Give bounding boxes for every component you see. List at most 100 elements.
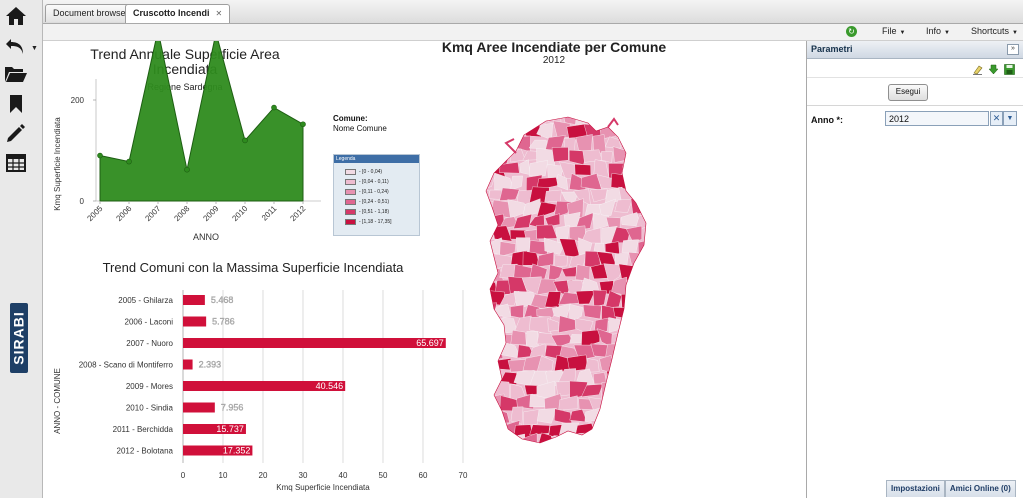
map-municipality[interactable]	[476, 134, 491, 151]
bar[interactable]	[183, 338, 446, 348]
map-municipality[interactable]	[576, 447, 594, 458]
map-municipality[interactable]	[522, 409, 540, 427]
map-municipality[interactable]	[618, 263, 641, 281]
map-municipality[interactable]	[633, 342, 655, 361]
map-municipality[interactable]	[529, 424, 551, 436]
bar[interactable]	[183, 295, 205, 305]
map-municipality[interactable]	[476, 212, 485, 230]
map-municipality[interactable]	[634, 423, 653, 439]
map-municipality[interactable]	[644, 355, 656, 373]
bookmark-icon[interactable]	[4, 92, 28, 116]
map-municipality[interactable]	[485, 135, 503, 150]
map-municipality[interactable]	[634, 160, 651, 175]
map-municipality[interactable]	[596, 409, 616, 427]
map-municipality[interactable]	[545, 448, 564, 458]
collapse-panel-icon[interactable]: »	[1007, 44, 1019, 55]
map-municipality[interactable]	[599, 435, 617, 447]
map-municipality[interactable]	[621, 394, 635, 414]
map-municipality[interactable]	[558, 422, 580, 438]
map-municipality[interactable]	[621, 368, 640, 386]
map-municipality[interactable]	[611, 433, 632, 447]
download-icon[interactable]	[988, 62, 999, 75]
map-municipality[interactable]	[476, 302, 498, 320]
map-municipality[interactable]	[494, 434, 513, 449]
map-municipality[interactable]	[643, 254, 656, 268]
map-municipality[interactable]	[499, 162, 520, 174]
map-municipality[interactable]	[620, 137, 640, 148]
map-municipality[interactable]	[593, 447, 609, 458]
map-municipality[interactable]	[628, 175, 646, 187]
eraser-icon[interactable]	[972, 62, 983, 75]
tab-document-browser[interactable]: Document browser	[45, 4, 137, 22]
area-data-point[interactable]	[242, 137, 248, 144]
map-municipality[interactable]	[507, 121, 527, 135]
map-municipality[interactable]	[500, 448, 519, 458]
map-municipality[interactable]	[634, 113, 655, 126]
map-municipality[interactable]	[559, 446, 578, 458]
map-municipality[interactable]	[514, 113, 533, 124]
map-municipality[interactable]	[476, 342, 488, 358]
refresh-icon[interactable]: ↻	[846, 26, 857, 37]
undo-icon[interactable]	[4, 34, 28, 58]
map-municipality[interactable]	[621, 163, 641, 176]
map-municipality[interactable]	[618, 347, 639, 359]
map-municipality[interactable]	[626, 436, 647, 452]
area-data-point[interactable]	[271, 104, 277, 111]
bar[interactable]	[183, 316, 207, 327]
map-municipality[interactable]	[613, 307, 633, 319]
area-data-point[interactable]	[300, 121, 306, 128]
map-municipality[interactable]	[622, 448, 641, 458]
map-municipality[interactable]	[635, 134, 653, 151]
map-municipality[interactable]	[611, 380, 633, 398]
map-municipality[interactable]	[630, 121, 644, 138]
table-icon[interactable]	[4, 151, 28, 175]
map-municipality[interactable]	[642, 302, 656, 318]
sardinia-map[interactable]	[476, 113, 656, 458]
map-municipality[interactable]	[630, 280, 646, 293]
map-municipality[interactable]	[544, 189, 562, 203]
map-municipality[interactable]	[634, 269, 655, 280]
map-municipality[interactable]	[510, 304, 524, 319]
map-municipality[interactable]	[553, 435, 572, 453]
map-municipality[interactable]	[476, 394, 489, 409]
folder-open-icon[interactable]	[4, 62, 28, 86]
map-municipality[interactable]	[553, 254, 568, 267]
anno-field[interactable]	[885, 111, 989, 126]
map-municipality[interactable]	[636, 450, 653, 458]
map-municipality[interactable]	[625, 305, 647, 320]
map-municipality[interactable]	[574, 163, 592, 176]
map-municipality[interactable]	[645, 228, 656, 243]
map-municipality[interactable]	[477, 255, 495, 267]
tab-cruscotto-incendi[interactable]: Cruscotto Incendi ✕	[125, 4, 231, 23]
map-municipality[interactable]	[621, 317, 639, 333]
map-municipality[interactable]	[608, 317, 621, 333]
map-municipality[interactable]	[476, 372, 491, 386]
map-municipality[interactable]	[499, 113, 521, 128]
map-municipality[interactable]	[582, 304, 602, 320]
map-municipality[interactable]	[476, 238, 489, 257]
bar[interactable]	[183, 402, 215, 413]
map-municipality[interactable]	[644, 434, 656, 446]
map-municipality[interactable]	[476, 421, 490, 435]
map-municipality[interactable]	[491, 358, 512, 371]
map-municipality[interactable]	[630, 198, 647, 215]
map-municipality[interactable]	[567, 434, 585, 449]
map-municipality[interactable]	[477, 434, 499, 452]
map-municipality[interactable]	[634, 369, 654, 386]
map-municipality[interactable]	[643, 121, 656, 138]
friends-online-button[interactable]: Amici Online (0)	[944, 480, 1016, 497]
map-municipality[interactable]	[507, 433, 526, 451]
bar[interactable]	[183, 359, 193, 370]
map-municipality[interactable]	[621, 239, 639, 253]
area-data-point[interactable]	[126, 158, 132, 165]
map-municipality[interactable]	[610, 355, 633, 373]
menu-shortcuts[interactable]: Shortcuts ▼	[971, 26, 1018, 36]
pencil-icon[interactable]	[4, 121, 28, 145]
map-municipality[interactable]	[590, 113, 611, 127]
map-municipality[interactable]	[476, 163, 488, 178]
map-municipality[interactable]	[643, 200, 656, 219]
area-data-point[interactable]	[97, 152, 103, 159]
map-municipality[interactable]	[634, 315, 655, 336]
map-municipality[interactable]	[625, 409, 646, 425]
chevron-down-icon[interactable]: ▼	[31, 45, 38, 52]
